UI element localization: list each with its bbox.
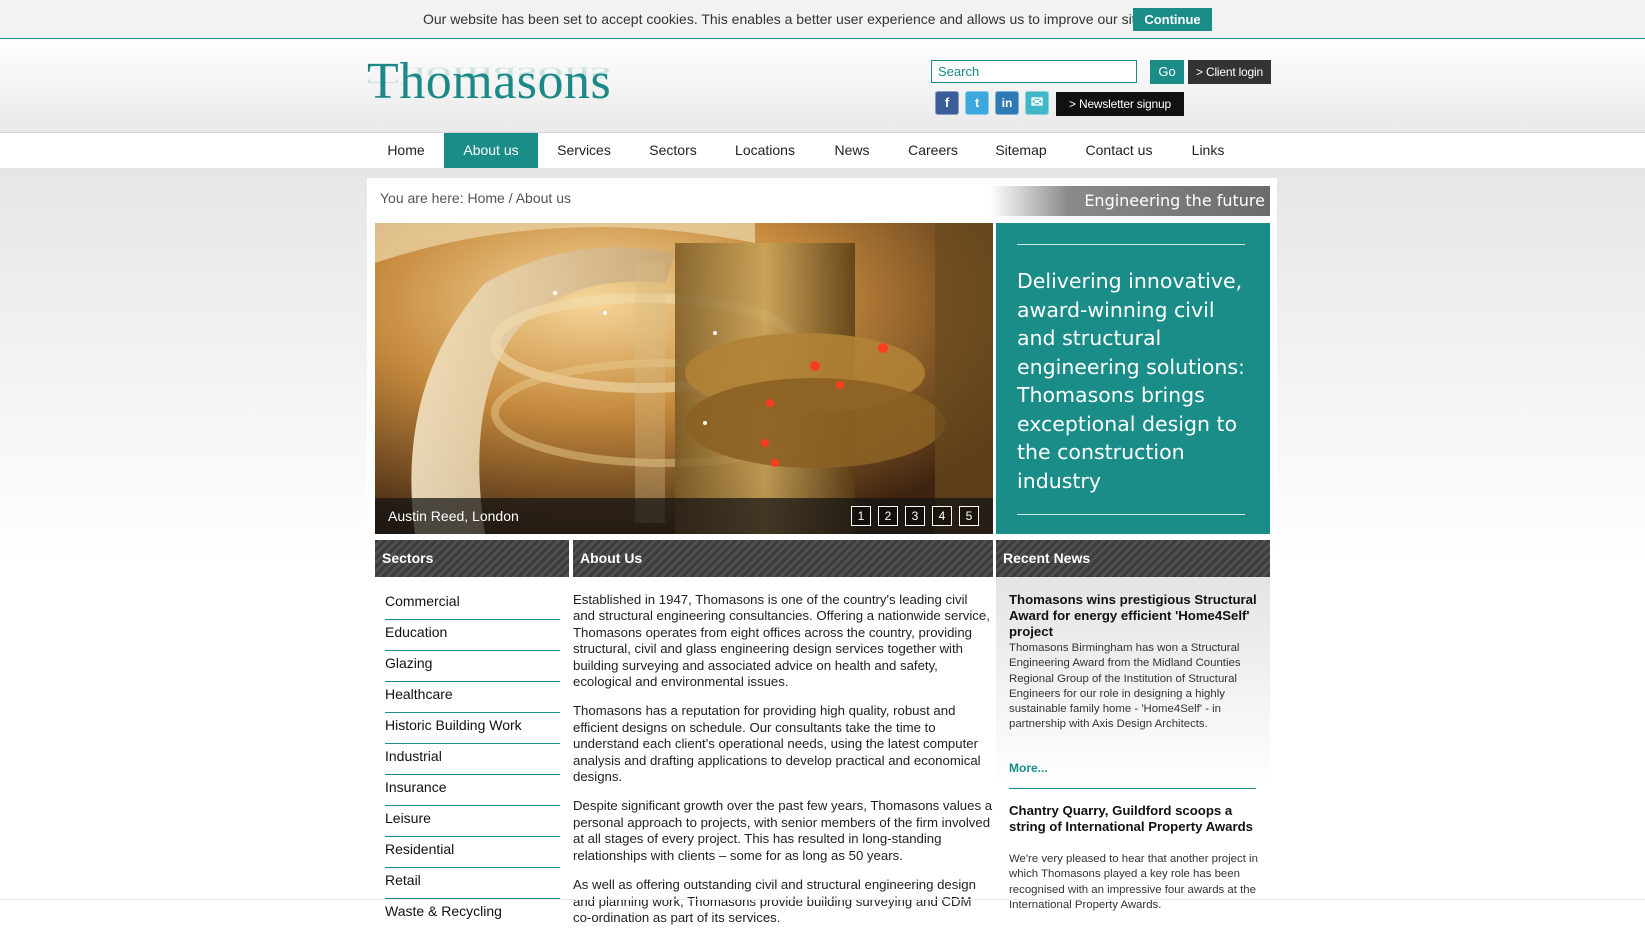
breadcrumb-home-link[interactable]: Home: [467, 190, 504, 206]
twitter-icon[interactable]: t: [965, 91, 989, 115]
breadcrumb: You are here: Home / About us: [380, 190, 571, 206]
sector-link-waste-recycling[interactable]: Waste & Recycling: [385, 900, 560, 930]
facebook-icon[interactable]: f: [935, 91, 959, 115]
sector-link-healthcare[interactable]: Healthcare: [385, 683, 560, 713]
hero-caption-bar: Austin Reed, London 1 2 3 4 5: [375, 498, 993, 534]
nav-contact-us[interactable]: Contact us: [1074, 133, 1164, 168]
recent-news-heading: Recent News: [996, 540, 1270, 577]
site-logo[interactable]: Thomasons: [367, 52, 611, 111]
intro-text: Delivering innovative, award-winning civ…: [1017, 269, 1245, 493]
nav-services[interactable]: Services: [545, 133, 623, 168]
sector-link-leisure[interactable]: Leisure: [385, 807, 560, 837]
nav-about-us[interactable]: About us: [444, 133, 538, 168]
slide-button-3[interactable]: 3: [905, 506, 925, 526]
sector-link-commercial[interactable]: Commercial: [385, 590, 560, 620]
breadcrumb-separator: /: [504, 190, 516, 206]
slide-button-1[interactable]: 1: [851, 506, 871, 526]
cookie-message: Our website has been set to accept cooki…: [423, 11, 1144, 27]
sector-link-historic-building-work[interactable]: Historic Building Work: [385, 714, 560, 744]
about-paragraph: Thomasons has a reputation for providing…: [573, 703, 981, 785]
hero-caption: Austin Reed, London: [388, 508, 519, 524]
page-fold-line: [0, 899, 1645, 900]
client-login-button[interactable]: > Client login: [1188, 60, 1271, 84]
newsletter-signup-button[interactable]: > Newsletter signup: [1056, 92, 1184, 116]
cookie-continue-button[interactable]: Continue: [1133, 8, 1212, 31]
news-item-body: Thomasons Birmingham has won a Structura…: [1009, 642, 1241, 731]
main-nav: Home About us Services Sectors Locations…: [0, 133, 1645, 168]
linkedin-icon[interactable]: in: [995, 91, 1019, 115]
nav-sitemap[interactable]: Sitemap: [983, 133, 1059, 168]
sector-link-industrial[interactable]: Industrial: [385, 745, 560, 775]
tagline-banner: Engineering the future: [990, 186, 1270, 216]
hero-image: [375, 223, 993, 534]
site-header: [0, 39, 1645, 133]
news-divider: [1009, 788, 1256, 789]
slide-button-2[interactable]: 2: [878, 506, 898, 526]
intro-bottom-rule: [1017, 514, 1245, 515]
search-input[interactable]: [931, 60, 1137, 83]
about-content: Established in 1947, Thomasons is one of…: [573, 592, 993, 939]
about-paragraph: As well as offering outstanding civil an…: [573, 877, 976, 925]
search-go-button[interactable]: Go: [1150, 60, 1184, 84]
email-icon[interactable]: ✉: [1025, 91, 1049, 115]
nav-sectors[interactable]: Sectors: [636, 133, 710, 168]
sector-link-residential[interactable]: Residential: [385, 838, 560, 868]
about-paragraph: Despite significant growth over the past…: [573, 798, 993, 863]
news-item-title[interactable]: Chantry Quarry, Guildford scoops a strin…: [1009, 803, 1259, 835]
news-more-link[interactable]: More...: [1009, 761, 1048, 775]
slide-button-5[interactable]: 5: [959, 506, 979, 526]
sector-link-retail[interactable]: Retail: [385, 869, 560, 899]
news-item-body: We're very pleased to hear that another …: [1009, 853, 1258, 911]
hero-slideshow[interactable]: Austin Reed, London 1 2 3 4 5: [375, 223, 993, 534]
breadcrumb-current: About us: [515, 190, 571, 206]
news-item-title[interactable]: Thomasons wins prestigious Structural Aw…: [1009, 592, 1259, 640]
sector-link-education[interactable]: Education: [385, 621, 560, 651]
nav-links[interactable]: Links: [1178, 133, 1238, 168]
sector-link-glazing[interactable]: Glazing: [385, 652, 560, 682]
about-paragraph: Established in 1947, Thomasons is one of…: [573, 592, 990, 690]
sectors-heading: Sectors: [375, 540, 569, 577]
breadcrumb-prefix: You are here:: [380, 190, 468, 206]
slide-button-4[interactable]: 4: [932, 506, 952, 526]
intro-box: Delivering innovative, award-winning civ…: [996, 223, 1270, 534]
nav-locations[interactable]: Locations: [723, 133, 807, 168]
nav-careers[interactable]: Careers: [897, 133, 969, 168]
sector-link-insurance[interactable]: Insurance: [385, 776, 560, 806]
intro-top-rule: [1017, 244, 1245, 245]
nav-news[interactable]: News: [820, 133, 884, 168]
about-heading: About Us: [573, 540, 993, 577]
nav-home[interactable]: Home: [373, 133, 439, 168]
tagline-text: Engineering the future: [1084, 191, 1265, 210]
cookie-bar: Our website has been set to accept cooki…: [0, 0, 1645, 39]
